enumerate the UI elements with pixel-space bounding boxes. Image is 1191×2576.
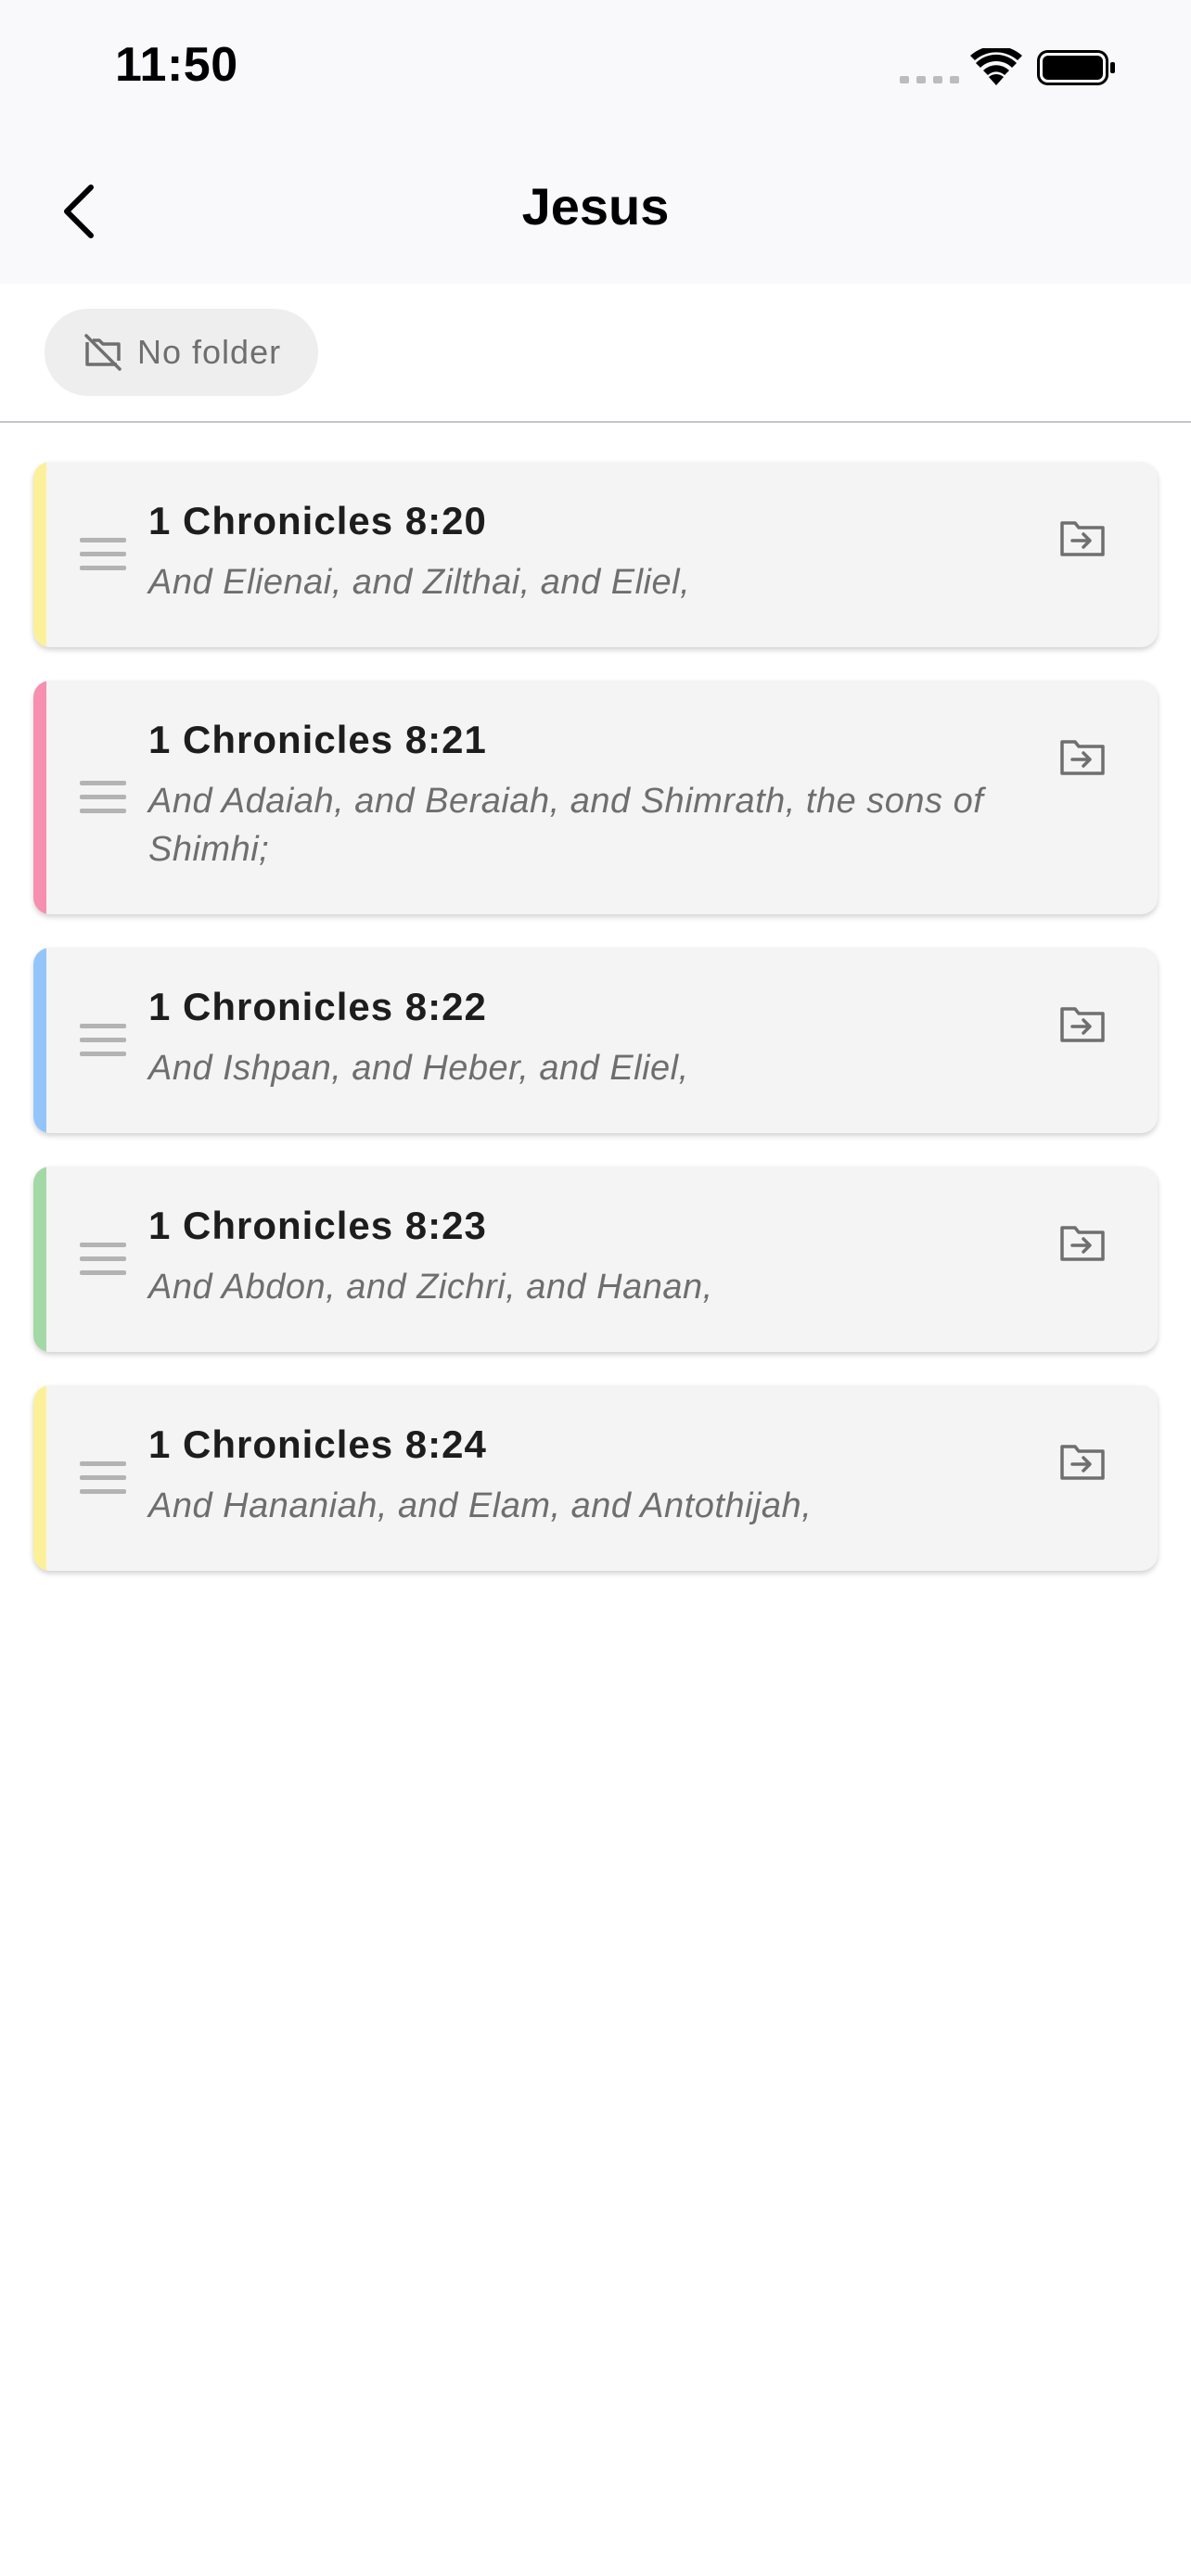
verse-card[interactable]: 1 Chronicles 8:24 And Hananiah, and Elam… — [33, 1385, 1158, 1571]
verse-reference: 1 Chronicles 8:24 — [148, 1422, 487, 1466]
verse-reference: 1 Chronicles 8:20 — [148, 499, 487, 542]
color-accent — [33, 462, 46, 647]
move-to-folder-icon[interactable] — [1059, 517, 1106, 558]
drag-handle-icon[interactable] — [80, 1022, 126, 1059]
verse-reference: 1 Chronicles 8:21 — [148, 718, 487, 761]
cellular-signal-icon — [900, 76, 959, 83]
color-accent — [33, 1385, 46, 1571]
drag-handle-icon[interactable] — [80, 536, 126, 573]
move-to-folder-icon[interactable] — [1059, 1003, 1106, 1044]
navigation-bar: Jesus — [0, 139, 1191, 284]
color-accent — [33, 948, 46, 1133]
verse-text: And Adaiah, and Beraiah, and Shimrath, t… — [148, 782, 984, 869]
drag-handle-icon[interactable] — [80, 779, 126, 816]
status-bar: 11:50 — [0, 0, 1191, 139]
folder-off-icon — [84, 334, 122, 371]
verse-text: And Ishpan, and Heber, and Eliel, — [148, 1049, 689, 1088]
verse-text: And Elienai, and Zilthai, and Eliel, — [148, 563, 691, 602]
top-area: 11:50 Jesus — [0, 0, 1191, 284]
verse-reference: 1 Chronicles 8:22 — [148, 985, 487, 1028]
move-to-folder-icon[interactable] — [1059, 1222, 1106, 1263]
move-to-folder-icon[interactable] — [1059, 1441, 1106, 1482]
color-accent — [33, 681, 46, 914]
wifi-icon — [970, 48, 1022, 85]
filter-row: No folder — [0, 284, 1191, 423]
drag-handle-icon[interactable] — [80, 1241, 126, 1278]
move-to-folder-icon[interactable] — [1059, 736, 1106, 777]
no-folder-label: No folder — [137, 333, 282, 371]
verse-card[interactable]: 1 Chronicles 8:21 And Adaiah, and Beraia… — [33, 681, 1158, 914]
color-accent — [33, 1167, 46, 1352]
verse-card[interactable]: 1 Chronicles 8:22 And Ishpan, and Heber,… — [33, 948, 1158, 1133]
no-folder-chip[interactable]: No folder — [45, 309, 319, 396]
verse-card[interactable]: 1 Chronicles 8:20 And Elienai, and Zilth… — [33, 462, 1158, 647]
drag-handle-icon[interactable] — [80, 1460, 126, 1497]
verse-card[interactable]: 1 Chronicles 8:23 And Abdon, and Zichri,… — [33, 1167, 1158, 1352]
page-title: Jesus — [521, 177, 670, 236]
verse-text: And Abdon, and Zichri, and Hanan, — [148, 1268, 713, 1307]
verse-reference: 1 Chronicles 8:23 — [148, 1204, 487, 1247]
battery-icon — [1037, 50, 1115, 85]
verse-list: 1 Chronicles 8:20 And Elienai, and Zilth… — [33, 462, 1158, 1604]
status-time: 11:50 — [115, 38, 238, 92]
verse-text: And Hananiah, and Elam, and Antothijah, — [148, 1486, 813, 1525]
